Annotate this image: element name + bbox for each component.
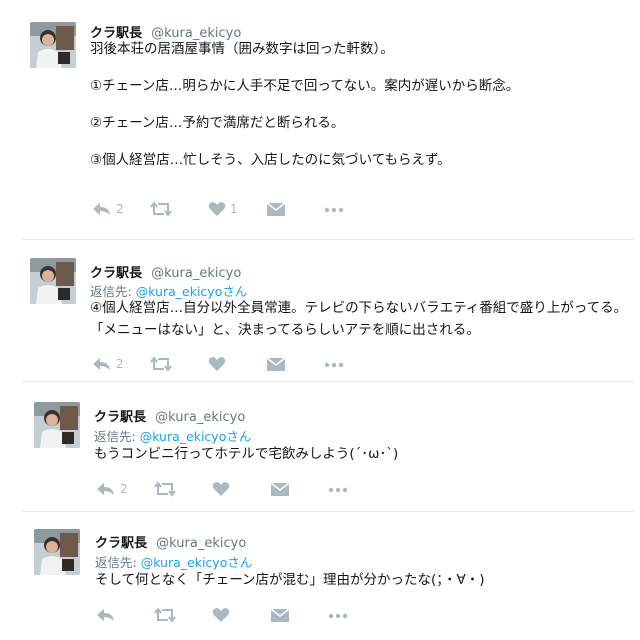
tweet[interactable]: クラ駅長 @kura_ekicyo 返信先: @kura_ekicyoさん そし… (0, 512, 640, 640)
avatar-photo (30, 22, 76, 68)
heart-icon (208, 202, 226, 216)
reply-button[interactable]: 2 (96, 481, 154, 497)
direct-message-button[interactable] (266, 201, 324, 217)
tweet-text: そして何となく「チェーン店が混む」理由が分かったな(；・∀・) (95, 569, 485, 591)
tweet-line: そして何となく「チェーン店が混む」理由が分かったな(；・∀・) (95, 572, 485, 588)
user-handle[interactable]: @kura_ekicyo (151, 266, 241, 281)
tweet-actions: 2 (96, 478, 386, 500)
more-button[interactable] (328, 607, 386, 623)
tweet[interactable]: クラ駅長 @kura_ekicyo 返信先: @kura_ekicyoさん ④個… (0, 240, 640, 380)
user-handle[interactable]: @kura_ekicyo (156, 536, 246, 551)
reply-count: 2 (116, 357, 124, 371)
tweet-header: クラ駅長 @kura_ekicyo (90, 262, 241, 281)
retweet-icon (154, 481, 176, 497)
tweet[interactable]: クラ駅長 @kura_ekicyo 返信先: @kura_ekicyoさん もう… (0, 382, 640, 510)
direct-message-button[interactable] (270, 607, 328, 623)
reply-to-handle[interactable]: @kura_ekicyoさん (140, 429, 252, 444)
tweet-line: 羽後本荘の居酒屋事情（囲み数字は回った軒数）。 (90, 41, 394, 57)
more-dots-icon (324, 207, 344, 213)
reply-icon (97, 483, 114, 495)
tweet-header: クラ駅長 @kura_ekicyo (95, 532, 246, 551)
more-button[interactable] (324, 356, 382, 372)
tweet-actions: 2 1 (92, 198, 382, 220)
envelope-icon (266, 202, 286, 216)
tweet-line: もうコンビニ行ってホテルで宅飲みしよう(´･ω･`) (94, 446, 399, 462)
like-button[interactable]: 1 (208, 201, 266, 217)
reply-count: 2 (120, 482, 128, 496)
display-name[interactable]: クラ駅長 (94, 410, 146, 425)
direct-message-button[interactable] (266, 356, 324, 372)
reply-button[interactable]: 2 (92, 201, 150, 217)
more-dots-icon (328, 613, 348, 619)
avatar[interactable] (30, 258, 76, 304)
retweet-icon (150, 356, 172, 372)
display-name[interactable]: クラ駅長 (90, 266, 142, 281)
avatar-photo (30, 258, 76, 304)
reply-icon (97, 609, 114, 621)
like-button[interactable] (212, 607, 270, 623)
retweet-button[interactable] (154, 481, 212, 497)
more-button[interactable] (328, 481, 386, 497)
direct-message-button[interactable] (270, 481, 328, 497)
tweet-actions (96, 604, 386, 626)
avatar[interactable] (34, 402, 80, 448)
reply-to-label: 返信先: (95, 555, 137, 570)
heart-icon (212, 482, 230, 496)
tweet[interactable]: クラ駅長 @kura_ekicyo 羽後本荘の居酒屋事情（囲み数字は回った軒数）… (0, 0, 640, 238)
envelope-icon (270, 482, 290, 496)
retweet-button[interactable] (154, 607, 212, 623)
tweet-line: ②チェーン店…予約で満席だと断られる。 (90, 115, 345, 131)
tweet-line: ④個人経営店…自分以外全員常連。テレビの下らないバラエティ番組で盛り上がってる。 (90, 300, 628, 316)
avatar[interactable] (34, 529, 80, 575)
tweet-actions: 2 (92, 353, 382, 375)
heart-icon (208, 357, 226, 371)
avatar[interactable] (30, 22, 76, 68)
reply-count: 2 (116, 202, 124, 216)
more-button[interactable] (324, 201, 382, 217)
tweet-text: もうコンビニ行ってホテルで宅飲みしよう(´･ω･`) (94, 443, 398, 465)
like-button[interactable] (208, 356, 266, 372)
display-name[interactable]: クラ駅長 (95, 536, 147, 551)
reply-icon (93, 358, 110, 370)
retweet-icon (150, 201, 172, 217)
envelope-icon (270, 608, 290, 622)
avatar-photo (34, 402, 80, 448)
like-button[interactable] (212, 481, 270, 497)
tweet-text: 羽後本荘の居酒屋事情（囲み数字は回った軒数）。 ①チェーン店…明らかに人手不足で… (90, 38, 519, 171)
reply-button[interactable]: 2 (92, 356, 150, 372)
tweet-header: クラ駅長 @kura_ekicyo (94, 406, 245, 425)
retweet-button[interactable] (150, 356, 208, 372)
tweet-text: ④個人経営店…自分以外全員常連。テレビの下らないバラエティ番組で盛り上がってる。… (90, 297, 627, 341)
reply-icon (93, 203, 110, 215)
reply-to-label: 返信先: (94, 429, 136, 444)
avatar-photo (34, 529, 80, 575)
retweet-icon (154, 607, 176, 623)
reply-to-handle[interactable]: @kura_ekicyoさん (141, 555, 253, 570)
tweet-line: ①チェーン店…明らかに人手不足で回ってない。案内が遅いから断念。 (90, 78, 520, 94)
reply-button[interactable] (96, 607, 154, 623)
tweet-line: ③個人経営店…忙しそう、入店したのに気づいてもらえず。 (90, 152, 451, 168)
envelope-icon (266, 357, 286, 371)
tweet-line: 「メニューはない」と、決まってるらしいアテを順に出される。 (90, 322, 480, 338)
more-dots-icon (324, 362, 344, 368)
retweet-button[interactable] (150, 201, 208, 217)
user-handle[interactable]: @kura_ekicyo (155, 410, 245, 425)
more-dots-icon (328, 487, 348, 493)
heart-icon (212, 608, 230, 622)
like-count: 1 (230, 202, 238, 216)
